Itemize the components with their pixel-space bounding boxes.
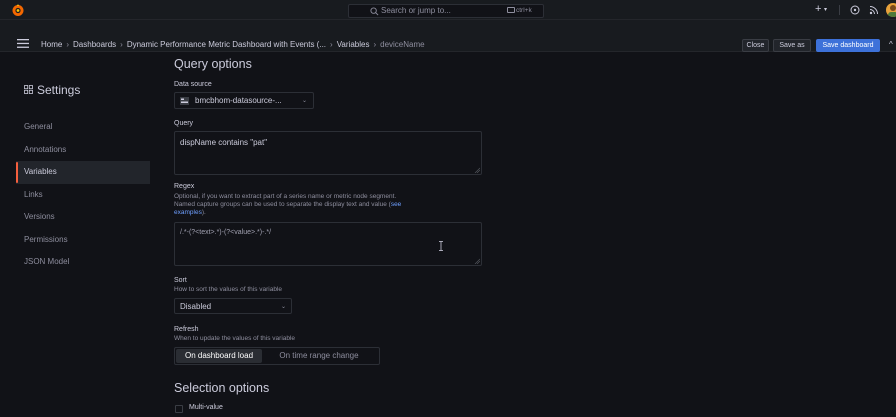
search-shortcut-text: ctrl+k — [516, 7, 532, 14]
breadcrumb-bar: Home › Dashboards › Dynamic Performance Metr… — [0, 20, 896, 52]
regex-description-end: ). — [201, 209, 206, 216]
nav-item-versions[interactable]: Versions — [16, 206, 150, 229]
regex-description: Optional, if you want to extract part of… — [174, 193, 401, 217]
breadcrumb-separator: › — [120, 40, 123, 49]
regex-description-text: Named capture groups can be used to sepa… — [174, 201, 391, 208]
sort-label: Sort — [174, 277, 187, 284]
query-options-heading: Query options — [174, 57, 252, 71]
toolbar-divider — [839, 5, 840, 15]
data-source-select[interactable]: bmcbhom-datasource-... ⌄ — [174, 92, 314, 109]
avatar-icon — [888, 5, 896, 17]
examples-link[interactable]: examples — [174, 209, 202, 216]
breadcrumb-separator: › — [66, 40, 70, 49]
news-feed-icon[interactable] — [869, 5, 879, 15]
breadcrumb-variables[interactable]: Variables — [337, 40, 370, 49]
chevron-down-icon: ⌄ — [302, 98, 308, 104]
refresh-description: When to update the values of this variab… — [174, 335, 296, 342]
nav-item-json-model[interactable]: JSON Model — [16, 251, 150, 274]
see-link[interactable]: see — [391, 201, 401, 208]
nav-item-general[interactable]: General — [16, 116, 150, 139]
chevron-down-icon: ⌄ — [281, 304, 287, 310]
resize-handle-icon[interactable] — [474, 167, 480, 173]
close-button[interactable]: Close — [742, 39, 769, 52]
sort-description: How to sort the values of this variable — [174, 286, 283, 293]
search-input[interactable]: Search or jump to... ctrl+k — [348, 4, 544, 18]
breadcrumb-separator: › — [373, 40, 377, 49]
settings-title-text: Settings — [37, 83, 81, 97]
resize-handle-icon[interactable] — [474, 258, 480, 264]
chevron-up-icon[interactable]: ^ — [889, 40, 893, 49]
regex-description-line-1: Optional, if you want to extract part of… — [174, 193, 397, 200]
nav-item-links[interactable]: Links — [16, 184, 150, 207]
settings-title: Settings — [24, 83, 80, 97]
breadcrumb-current: deviceName — [380, 40, 425, 49]
refresh-radio-group: On dashboard load On time range change — [174, 347, 380, 365]
query-textarea[interactable]: dispName contains "pat" — [174, 131, 482, 175]
top-bar: Search or jump to... ctrl+k + ▾ — [0, 0, 896, 20]
text-cursor-icon — [439, 241, 443, 251]
breadcrumb-home[interactable]: Home — [41, 40, 62, 49]
breadcrumb-separator: › — [330, 40, 333, 49]
nav-item-annotations[interactable]: Annotations — [16, 139, 150, 162]
sort-value: Disabled — [180, 302, 212, 311]
multi-value-label[interactable]: Multi-value — [189, 404, 223, 411]
query-value: dispName contains "pat" — [180, 138, 268, 147]
help-icon[interactable] — [850, 5, 860, 15]
breadcrumb-dashboards[interactable]: Dashboards — [73, 40, 116, 49]
grid-icon — [24, 85, 33, 94]
sort-select[interactable]: Disabled ⌄ — [174, 298, 292, 314]
user-avatar[interactable] — [886, 3, 896, 17]
keyboard-icon — [507, 7, 515, 13]
query-label: Query — [174, 120, 194, 127]
regex-value: /.*-(?<text>.*)-(?<value>.*)-.*/ — [180, 229, 272, 236]
refresh-on-dashboard-load[interactable]: On dashboard load — [176, 349, 262, 363]
refresh-on-time-range-change[interactable]: On time range change — [262, 349, 376, 363]
datasource-icon — [180, 97, 189, 105]
nav-item-permissions[interactable]: Permissions — [16, 229, 150, 252]
regex-label: Regex — [174, 183, 195, 190]
data-source-label: Data source — [174, 81, 212, 88]
chevron-down-icon[interactable]: ▾ — [824, 6, 827, 13]
search-shortcut: ctrl+k — [507, 7, 532, 14]
breadcrumb: Home › Dashboards › Dynamic Performance Metr… — [41, 40, 425, 49]
regex-description-line-2: Named capture groups can be used to sepa… — [174, 201, 401, 209]
nav-item-variables[interactable]: Variables — [16, 161, 150, 184]
multi-value-checkbox[interactable] — [175, 405, 183, 413]
regex-textarea[interactable]: /.*-(?<text>.*)-(?<value>.*)-.*/ — [174, 222, 482, 266]
selection-options-heading: Selection options — [174, 381, 270, 395]
search-icon — [370, 7, 379, 16]
search-placeholder: Search or jump to... — [381, 6, 451, 15]
regex-description-line-3: examples). — [174, 209, 401, 217]
breadcrumb-dashboard[interactable]: Dynamic Performance Metric Dashboard wit… — [127, 40, 326, 49]
save-dashboard-button[interactable]: Save dashboard — [816, 39, 880, 52]
menu-icon[interactable] — [17, 39, 29, 48]
settings-nav: General Annotations Variables Links Vers… — [16, 116, 150, 274]
add-new-button[interactable]: + — [815, 3, 821, 15]
data-source-value: bmcbhom-datasource-... — [195, 96, 282, 105]
grafana-logo-icon[interactable] — [11, 3, 25, 17]
save-as-button[interactable]: Save as — [773, 39, 811, 52]
refresh-label: Refresh — [174, 326, 199, 333]
